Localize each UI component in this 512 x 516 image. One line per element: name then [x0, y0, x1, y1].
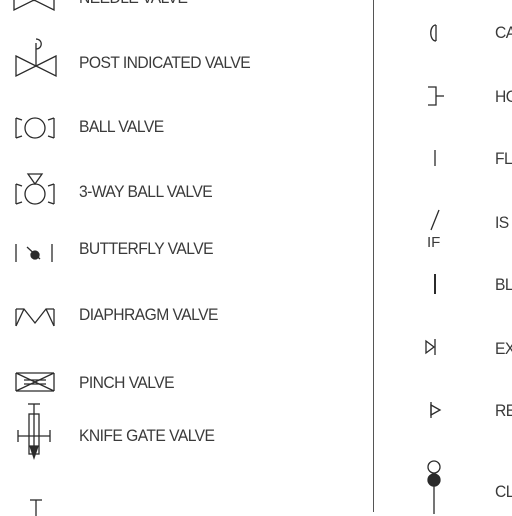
expansion-joint-icon	[425, 339, 436, 355]
knife-gate-valve-icon	[17, 403, 51, 461]
valve-symbol-legend: NEEDLE VALVE POST INDICATED VALVE BALL V…	[0, 0, 512, 516]
three-way-ball-valve-label: 3-WAY BALL VALVE	[79, 182, 213, 201]
flange-icon	[434, 150, 436, 166]
diaphragm-valve-icon	[15, 308, 55, 327]
butterfly-valve-label: BUTTERFLY VALVE	[79, 239, 214, 258]
reducer-label: RE	[495, 401, 512, 420]
butterfly-valve-icon	[15, 244, 53, 262]
ball-valve-label: BALL VALVE	[79, 117, 164, 136]
insulating-flange-label: IS	[495, 213, 509, 232]
pinch-valve-icon	[15, 372, 55, 392]
insulating-flange-sublabel: IF	[427, 234, 441, 251]
blind-flange-label: BL	[495, 275, 512, 294]
ball-valve-icon	[15, 117, 55, 139]
needle-valve-icon	[13, 0, 55, 12]
blind-flange-icon	[434, 274, 436, 294]
reducer-icon	[430, 402, 442, 418]
expansion-joint-label: EX	[495, 339, 512, 358]
cleanout-label: CL	[495, 482, 512, 501]
flange-label: FL	[495, 149, 512, 168]
cleanout-icon	[427, 460, 441, 514]
needle-valve-label: NEEDLE VALVE	[79, 0, 188, 8]
cap-icon	[430, 24, 437, 42]
column-divider	[373, 0, 374, 512]
post-indicated-valve-label: POST INDICATED VALVE	[79, 53, 251, 72]
insulating-flange-icon	[430, 209, 440, 231]
diaphragm-valve-label: DIAPHRAGM VALVE	[79, 305, 218, 324]
hose-connection-icon	[428, 86, 444, 106]
knife-gate-valve-label: KNIFE GATE VALVE	[79, 426, 215, 445]
cap-label: CA	[495, 23, 512, 42]
post-indicated-valve-icon	[15, 38, 57, 78]
partial-valve-icon	[30, 499, 42, 516]
pinch-valve-label: PINCH VALVE	[79, 373, 175, 392]
hose-connection-label: HO	[495, 87, 512, 106]
three-way-ball-valve-icon	[15, 173, 55, 205]
